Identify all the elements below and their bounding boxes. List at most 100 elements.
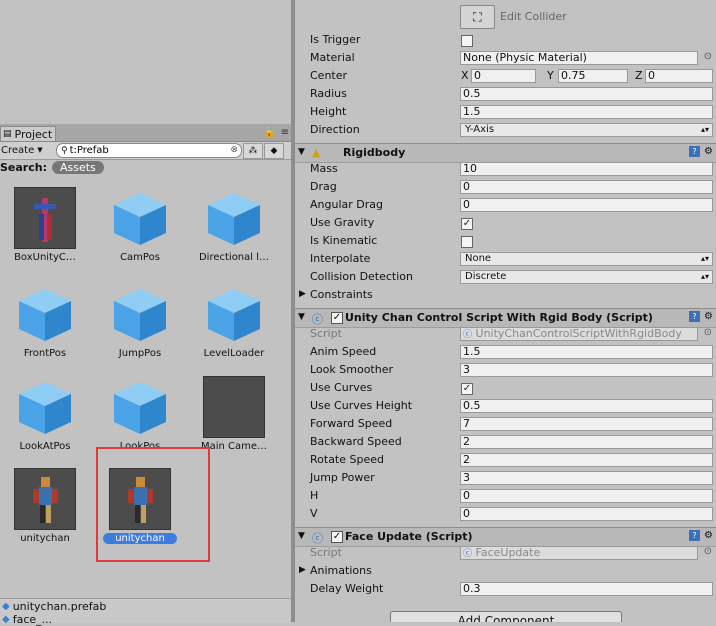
project-toolbar: Create ▼ ⚲ ⊗ ⁂ ◆ xyxy=(0,142,291,160)
asset-thumbnail xyxy=(14,468,76,530)
foldout-arrow-icon[interactable]: ▼ xyxy=(298,531,305,541)
look-smoother-field[interactable]: 3 xyxy=(460,363,713,377)
object-picker-icon[interactable]: ⊙ xyxy=(704,327,712,338)
asset-item[interactable]: CamPos xyxy=(95,187,185,263)
jump-power-row: Jump Power 3 xyxy=(295,469,716,487)
angular-drag-field[interactable]: 0 xyxy=(460,198,713,212)
search-field[interactable]: ⚲ ⊗ xyxy=(56,143,242,158)
project-tab-label: Project xyxy=(14,127,53,141)
asset-item[interactable]: BoxUnityC… xyxy=(0,187,90,263)
script-label: Script xyxy=(310,327,342,340)
interpolate-value: None xyxy=(465,253,492,264)
menu-icon[interactable]: ≡ xyxy=(281,127,289,138)
height-field[interactable]: 1.5 xyxy=(460,105,713,119)
center-x-field[interactable]: 0 xyxy=(471,69,536,83)
is-kinematic-checkbox[interactable] xyxy=(461,236,473,248)
forward-speed-field[interactable]: 7 xyxy=(460,417,713,431)
foldout-arrow-icon[interactable]: ▼ xyxy=(298,312,305,322)
center-z-label: Z xyxy=(635,69,643,82)
use-gravity-checkbox[interactable]: ✓ xyxy=(461,218,473,230)
gear-icon[interactable]: ⚙ xyxy=(704,146,713,157)
scope-assets[interactable]: Assets xyxy=(51,161,104,174)
filter-by-label-button[interactable]: ◆ xyxy=(264,143,284,159)
object-picker-icon[interactable]: ⊙ xyxy=(704,546,712,557)
asset-item[interactable]: unitychan xyxy=(0,468,90,544)
h-row: H 0 xyxy=(295,487,716,505)
control-script-enabled-checkbox[interactable]: ✓ xyxy=(331,312,343,324)
edit-collider-button[interactable]: ⛶ xyxy=(460,5,495,29)
use-curves-label: Use Curves xyxy=(310,381,373,394)
asset-item[interactable]: LookPos xyxy=(95,376,185,452)
clear-search-icon[interactable]: ⊗ xyxy=(230,145,238,155)
use-gravity-label: Use Gravity xyxy=(310,216,375,229)
use-curves-checkbox[interactable]: ✓ xyxy=(461,383,473,395)
filter-by-type-button[interactable]: ⁂ xyxy=(243,143,263,159)
delay-weight-field[interactable]: 0.3 xyxy=(460,582,713,596)
gear-icon[interactable]: ⚙ xyxy=(704,311,713,322)
search-scope-row: Search: Assets xyxy=(0,159,291,176)
drag-field[interactable]: 0 xyxy=(460,180,713,194)
asset-label: JumpPos xyxy=(118,348,162,359)
direction-dropdown[interactable]: Y-Axis ▴▾ xyxy=(460,123,713,137)
asset-item[interactable]: LookAtPos xyxy=(0,376,90,452)
h-label: H xyxy=(310,489,319,502)
use-curves-height-label: Use Curves Height xyxy=(310,399,413,412)
prefab-cube-icon xyxy=(203,187,265,249)
help-icon[interactable]: ? xyxy=(689,146,701,157)
v-field[interactable]: 0 xyxy=(460,507,713,521)
h-field[interactable]: 0 xyxy=(460,489,713,503)
help-icon[interactable]: ? xyxy=(689,311,701,322)
search-input[interactable] xyxy=(69,145,220,156)
tab-project[interactable]: ▤ Project xyxy=(0,126,56,141)
selected-asset-path: ◆ unitychan.prefab xyxy=(2,600,106,613)
project-tab-bar: ▤ Project 🔒 ≡ xyxy=(0,124,291,142)
mass-field[interactable]: 10 xyxy=(460,162,713,176)
foldout-right-icon[interactable]: ▶ xyxy=(299,289,306,299)
is-trigger-checkbox[interactable] xyxy=(461,35,473,47)
radius-field[interactable]: 0.5 xyxy=(460,87,713,101)
asset-item[interactable]: FrontPos xyxy=(0,283,90,359)
material-field[interactable]: None (Physic Material) xyxy=(460,51,698,65)
center-z-field[interactable]: 0 xyxy=(645,69,713,83)
asset-item[interactable]: JumpPos xyxy=(95,283,185,359)
asset-item[interactable]: Directional l… xyxy=(189,187,279,263)
help-icon[interactable]: ? xyxy=(689,530,701,541)
asset-item[interactable]: LevelLoader xyxy=(189,283,279,359)
create-label: Create xyxy=(1,144,35,156)
face-update-enabled-checkbox[interactable]: ✓ xyxy=(331,531,343,543)
animations-row[interactable]: ▶ Animations xyxy=(295,562,716,580)
lock-icon[interactable]: 🔒 xyxy=(263,127,275,138)
collision-detection-row: Collision Detection Discrete ▴▾ xyxy=(295,268,716,286)
constraints-row[interactable]: ▶ Constraints xyxy=(295,286,716,304)
prefab-cube-icon xyxy=(14,283,76,345)
asset-item[interactable]: Main Came… xyxy=(189,376,279,452)
foldout-right-icon[interactable]: ▶ xyxy=(299,565,306,575)
foldout-arrow-icon[interactable]: ▼ xyxy=(298,147,305,157)
gear-icon[interactable]: ⚙ xyxy=(704,530,713,541)
collision-detection-dropdown[interactable]: Discrete ▴▾ xyxy=(460,270,713,284)
script-ref-row: Script ⓒ UnityChanControlScriptWithRgidB… xyxy=(295,325,716,343)
asset-label: Directional l… xyxy=(198,252,270,263)
rotate-speed-field[interactable]: 2 xyxy=(460,453,713,467)
backward-speed-label: Backward Speed xyxy=(310,435,402,448)
character-figure-icon xyxy=(34,198,56,242)
anim-speed-field[interactable]: 1.5 xyxy=(460,345,713,359)
v-row: V 0 xyxy=(295,505,716,523)
backward-speed-field[interactable]: 2 xyxy=(460,435,713,449)
center-y-label: Y xyxy=(547,69,554,82)
add-component-button[interactable]: Add Component xyxy=(390,611,622,622)
object-picker-icon[interactable]: ⊙ xyxy=(704,51,712,62)
interpolate-dropdown[interactable]: None ▴▾ xyxy=(460,252,713,266)
jump-power-field[interactable]: 3 xyxy=(460,471,713,485)
script-ref-value: UnityChanControlScriptWithRgidBody xyxy=(475,327,682,340)
interpolate-label: Interpolate xyxy=(310,252,371,265)
center-y-field[interactable]: 0.75 xyxy=(558,69,628,83)
use-curves-height-row: Use Curves Height 0.5 xyxy=(295,397,716,415)
search-label: Search: xyxy=(0,161,47,174)
create-button[interactable]: Create ▼ xyxy=(0,143,47,157)
face-script-ref-row: Script ⓒ FaceUpdate ⊙ xyxy=(295,544,716,562)
constraints-label: Constraints xyxy=(310,288,373,301)
use-curves-height-field[interactable]: 0.5 xyxy=(460,399,713,413)
collision-detection-value: Discrete xyxy=(465,271,507,282)
project-panel: ▤ Project 🔒 ≡ Create ▼ ⚲ ⊗ ⁂ ◆ Search: A… xyxy=(0,0,291,626)
